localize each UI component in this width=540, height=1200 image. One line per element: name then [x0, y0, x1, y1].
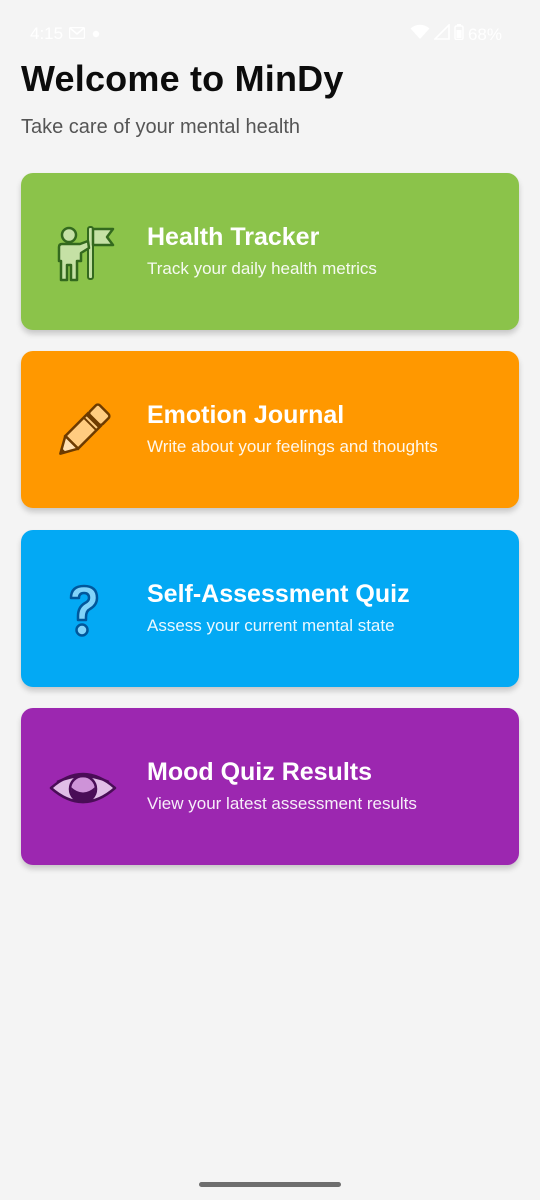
notification-dot-icon	[91, 24, 101, 44]
card-title: Emotion Journal	[147, 401, 345, 429]
card-title: Health Tracker	[147, 223, 320, 251]
self-assessment-quiz-card[interactable]: Self-Assessment Quiz Assess your current…	[21, 530, 519, 687]
signal-icon	[433, 23, 450, 45]
gmail-icon	[68, 24, 86, 44]
page-subtitle: Take care of your mental health	[21, 116, 301, 138]
wifi-icon	[410, 24, 430, 45]
card-description: Assess your current mental state	[147, 616, 395, 635]
card-description: Write about your feelings and thoughts	[147, 437, 438, 456]
page-title: Welcome to MinDy	[21, 58, 344, 99]
mood-quiz-results-card[interactable]: Mood Quiz Results View your latest asses…	[21, 708, 519, 865]
battery-icon	[454, 24, 464, 45]
emotion-journal-card[interactable]: Emotion Journal Write about your feeling…	[21, 351, 519, 508]
home-gesture-bar[interactable]	[199, 1182, 341, 1187]
status-time: 4:15	[30, 24, 64, 43]
status-left: 4:15	[30, 24, 101, 44]
card-description: View your latest assessment results	[147, 794, 417, 813]
question-mark-icon	[47, 574, 119, 646]
status-bar: 4:15 68%	[0, 0, 540, 66]
card-title: Self-Assessment Quiz	[147, 580, 410, 608]
status-right: 68%	[410, 23, 502, 45]
person-flag-icon	[47, 217, 119, 289]
battery-percent: 68%	[467, 24, 502, 44]
eye-icon	[47, 752, 119, 824]
health-tracker-card[interactable]: Health Tracker Track your daily health m…	[21, 173, 519, 330]
pencil-icon	[47, 395, 119, 467]
card-title: Mood Quiz Results	[147, 758, 372, 786]
card-description: Track your daily health metrics	[147, 259, 377, 278]
